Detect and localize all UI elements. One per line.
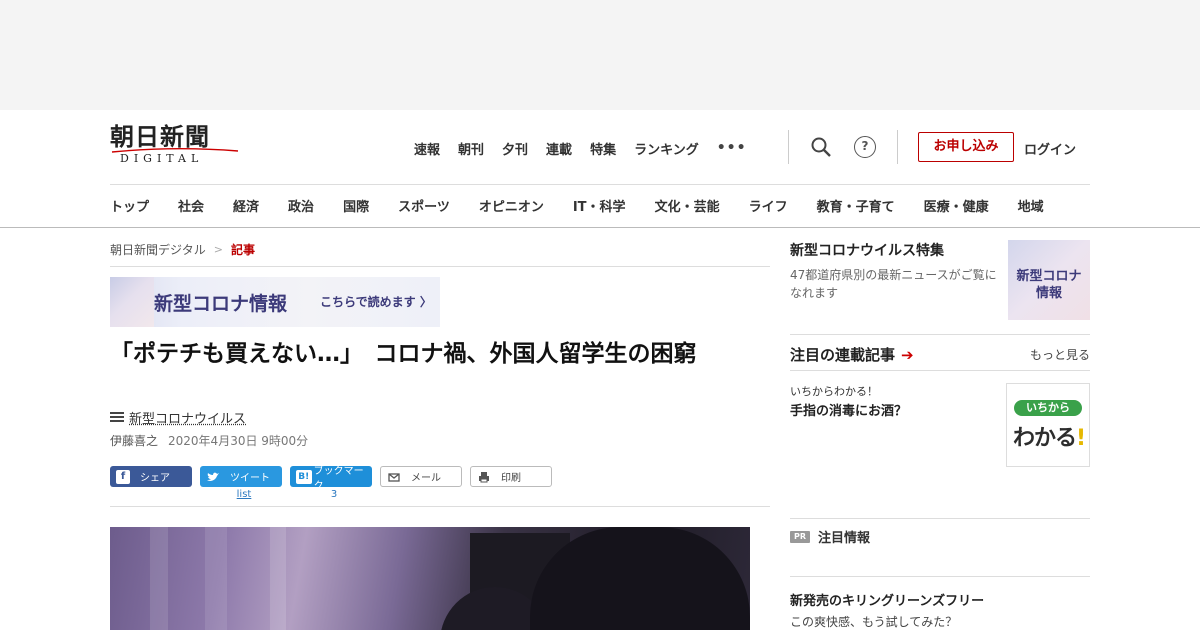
- top-nav-features[interactable]: 特集: [590, 139, 616, 158]
- feature-description: 47都道府県別の最新ニュースがご覧になれます: [790, 268, 997, 300]
- promo-description[interactable]: この爽快感、もう試してみた？: [790, 613, 957, 630]
- divider: [790, 334, 1090, 335]
- category-culture[interactable]: 文化・芸能: [655, 196, 720, 215]
- search-icon[interactable]: [810, 136, 832, 158]
- tweet-label: ツイート: [230, 473, 270, 484]
- mail-label: メール: [411, 473, 441, 484]
- category-life[interactable]: ライフ: [749, 196, 788, 215]
- arrow-right-icon: ➔: [901, 345, 914, 364]
- category-health[interactable]: 医療・健康: [924, 196, 989, 215]
- category-top[interactable]: トップ: [110, 196, 149, 215]
- top-nav-morning[interactable]: 朝刊: [458, 139, 484, 158]
- pr-label: 注目情報: [818, 531, 871, 546]
- author: 伊藤喜之: [110, 434, 159, 448]
- series-section-header: 注目の連載記事 ➔ もっと見る: [790, 344, 1090, 365]
- category-society[interactable]: 社会: [178, 196, 204, 215]
- hatena-label: ブックマーク: [313, 465, 364, 492]
- feature-thumbnail: 新型コロナ情報: [1008, 240, 1090, 320]
- divider: [790, 518, 1090, 519]
- series-thumbnail-text: わかる!: [1013, 426, 1086, 451]
- subscribe-button[interactable]: お申し込み: [918, 132, 1014, 162]
- top-nav-series[interactable]: 連載: [546, 139, 572, 158]
- hatena-icon: B!: [296, 469, 312, 484]
- print-label: 印刷: [501, 473, 521, 484]
- breadcrumb-separator: >: [213, 243, 223, 256]
- series-section-title: 注目の連載記事: [790, 346, 896, 364]
- article-title: 「ポテチも買えない…」 コロナ禍、外国人留学生の困窮: [110, 341, 697, 367]
- site-header: 朝日新聞 DIGITAL 速報 朝刊 夕刊 連載 特集 ランキング ••• ? …: [0, 110, 1200, 228]
- more-link[interactable]: もっと見る: [1030, 346, 1090, 363]
- category-international[interactable]: 国際: [343, 196, 369, 215]
- series-title[interactable]: 手指の消毒にお酒？: [790, 400, 907, 419]
- hatena-bookmark-button[interactable]: B! ブックマーク: [290, 466, 372, 492]
- series-kicker[interactable]: いちからわかる！: [790, 383, 878, 399]
- corona-info-banner[interactable]: 新型コロナ情報 こちらで読めます 〉: [110, 277, 440, 327]
- divider: [110, 184, 1090, 185]
- series-thumbnail[interactable]: いちから わかる!: [1006, 383, 1090, 467]
- divider: [110, 266, 770, 267]
- category-it-science[interactable]: IT・科学: [573, 196, 626, 215]
- banner-decoration: [110, 277, 154, 327]
- pr-badge: PR: [790, 530, 810, 543]
- facebook-icon: f: [116, 469, 130, 484]
- site-logo[interactable]: 朝日新聞 DIGITAL: [110, 124, 242, 170]
- category-nav: トップ 社会 経済 政治 国際 スポーツ オピニオン IT・科学 文化・芸能 ラ…: [110, 196, 1044, 215]
- facebook-share-button[interactable]: f シェア: [110, 466, 192, 487]
- print-button[interactable]: 印刷: [470, 466, 552, 487]
- article-tag: 新型コロナウイルス: [110, 408, 246, 427]
- tweet-count[interactable]: list: [203, 489, 285, 500]
- category-sports[interactable]: スポーツ: [398, 196, 450, 215]
- login-link[interactable]: ログイン: [1024, 139, 1076, 158]
- divider: [897, 130, 898, 164]
- series-thumbnail-pill: いちから: [1014, 400, 1082, 416]
- publish-date: 2020年4月30日 9時00分: [168, 434, 309, 448]
- divider: [110, 506, 770, 507]
- divider: [790, 370, 1090, 371]
- category-education[interactable]: 教育・子育て: [817, 196, 895, 215]
- mail-button[interactable]: メール: [380, 466, 462, 487]
- tag-link[interactable]: 新型コロナウイルス: [129, 408, 246, 427]
- article-photo: [110, 527, 750, 630]
- banner-title: 新型コロナ情報: [154, 293, 288, 315]
- breadcrumb: 朝日新聞デジタル > 記事: [110, 241, 255, 258]
- divider: [788, 130, 789, 164]
- more-icon[interactable]: •••: [717, 140, 747, 156]
- feature-thumbnail-text: 新型コロナ情報: [1016, 269, 1082, 301]
- category-local[interactable]: 地域: [1018, 196, 1044, 215]
- category-economy[interactable]: 経済: [233, 196, 259, 215]
- corona-feature-card[interactable]: 新型コロナウイルス特集 47都道府県別の最新ニュースがご覧になれます 新型コロナ…: [790, 240, 1090, 320]
- divider: [790, 576, 1090, 577]
- breadcrumb-current: 記事: [230, 243, 255, 257]
- top-nav-breaking[interactable]: 速報: [414, 139, 440, 158]
- print-icon: [479, 471, 489, 482]
- logo-sub: DIGITAL: [120, 152, 204, 165]
- help-icon[interactable]: ?: [854, 136, 876, 158]
- twitter-icon: [207, 472, 219, 481]
- list-icon: [110, 412, 124, 423]
- promo-title[interactable]: 新発売のキリングリーンズフリー: [790, 590, 984, 609]
- pr-section-header: PR 注目情報: [790, 527, 870, 546]
- facebook-share-label: シェア: [140, 473, 170, 484]
- top-nav-evening[interactable]: 夕刊: [502, 139, 528, 158]
- top-nav: 速報 朝刊 夕刊 連載 特集 ランキング •••: [414, 138, 747, 158]
- tweet-button[interactable]: ツイート: [200, 466, 282, 487]
- mail-icon: [388, 472, 400, 482]
- category-politics[interactable]: 政治: [288, 196, 314, 215]
- byline: 伊藤喜之 2020年4月30日 9時00分: [110, 432, 308, 449]
- banner-cta: こちらで読めます 〉: [320, 295, 432, 309]
- top-nav-ranking[interactable]: ランキング: [634, 139, 699, 158]
- breadcrumb-home[interactable]: 朝日新聞デジタル: [110, 241, 206, 258]
- ad-banner-area: [0, 0, 1200, 110]
- category-opinion[interactable]: オピニオン: [479, 196, 544, 215]
- bookmark-count[interactable]: 3: [293, 489, 375, 500]
